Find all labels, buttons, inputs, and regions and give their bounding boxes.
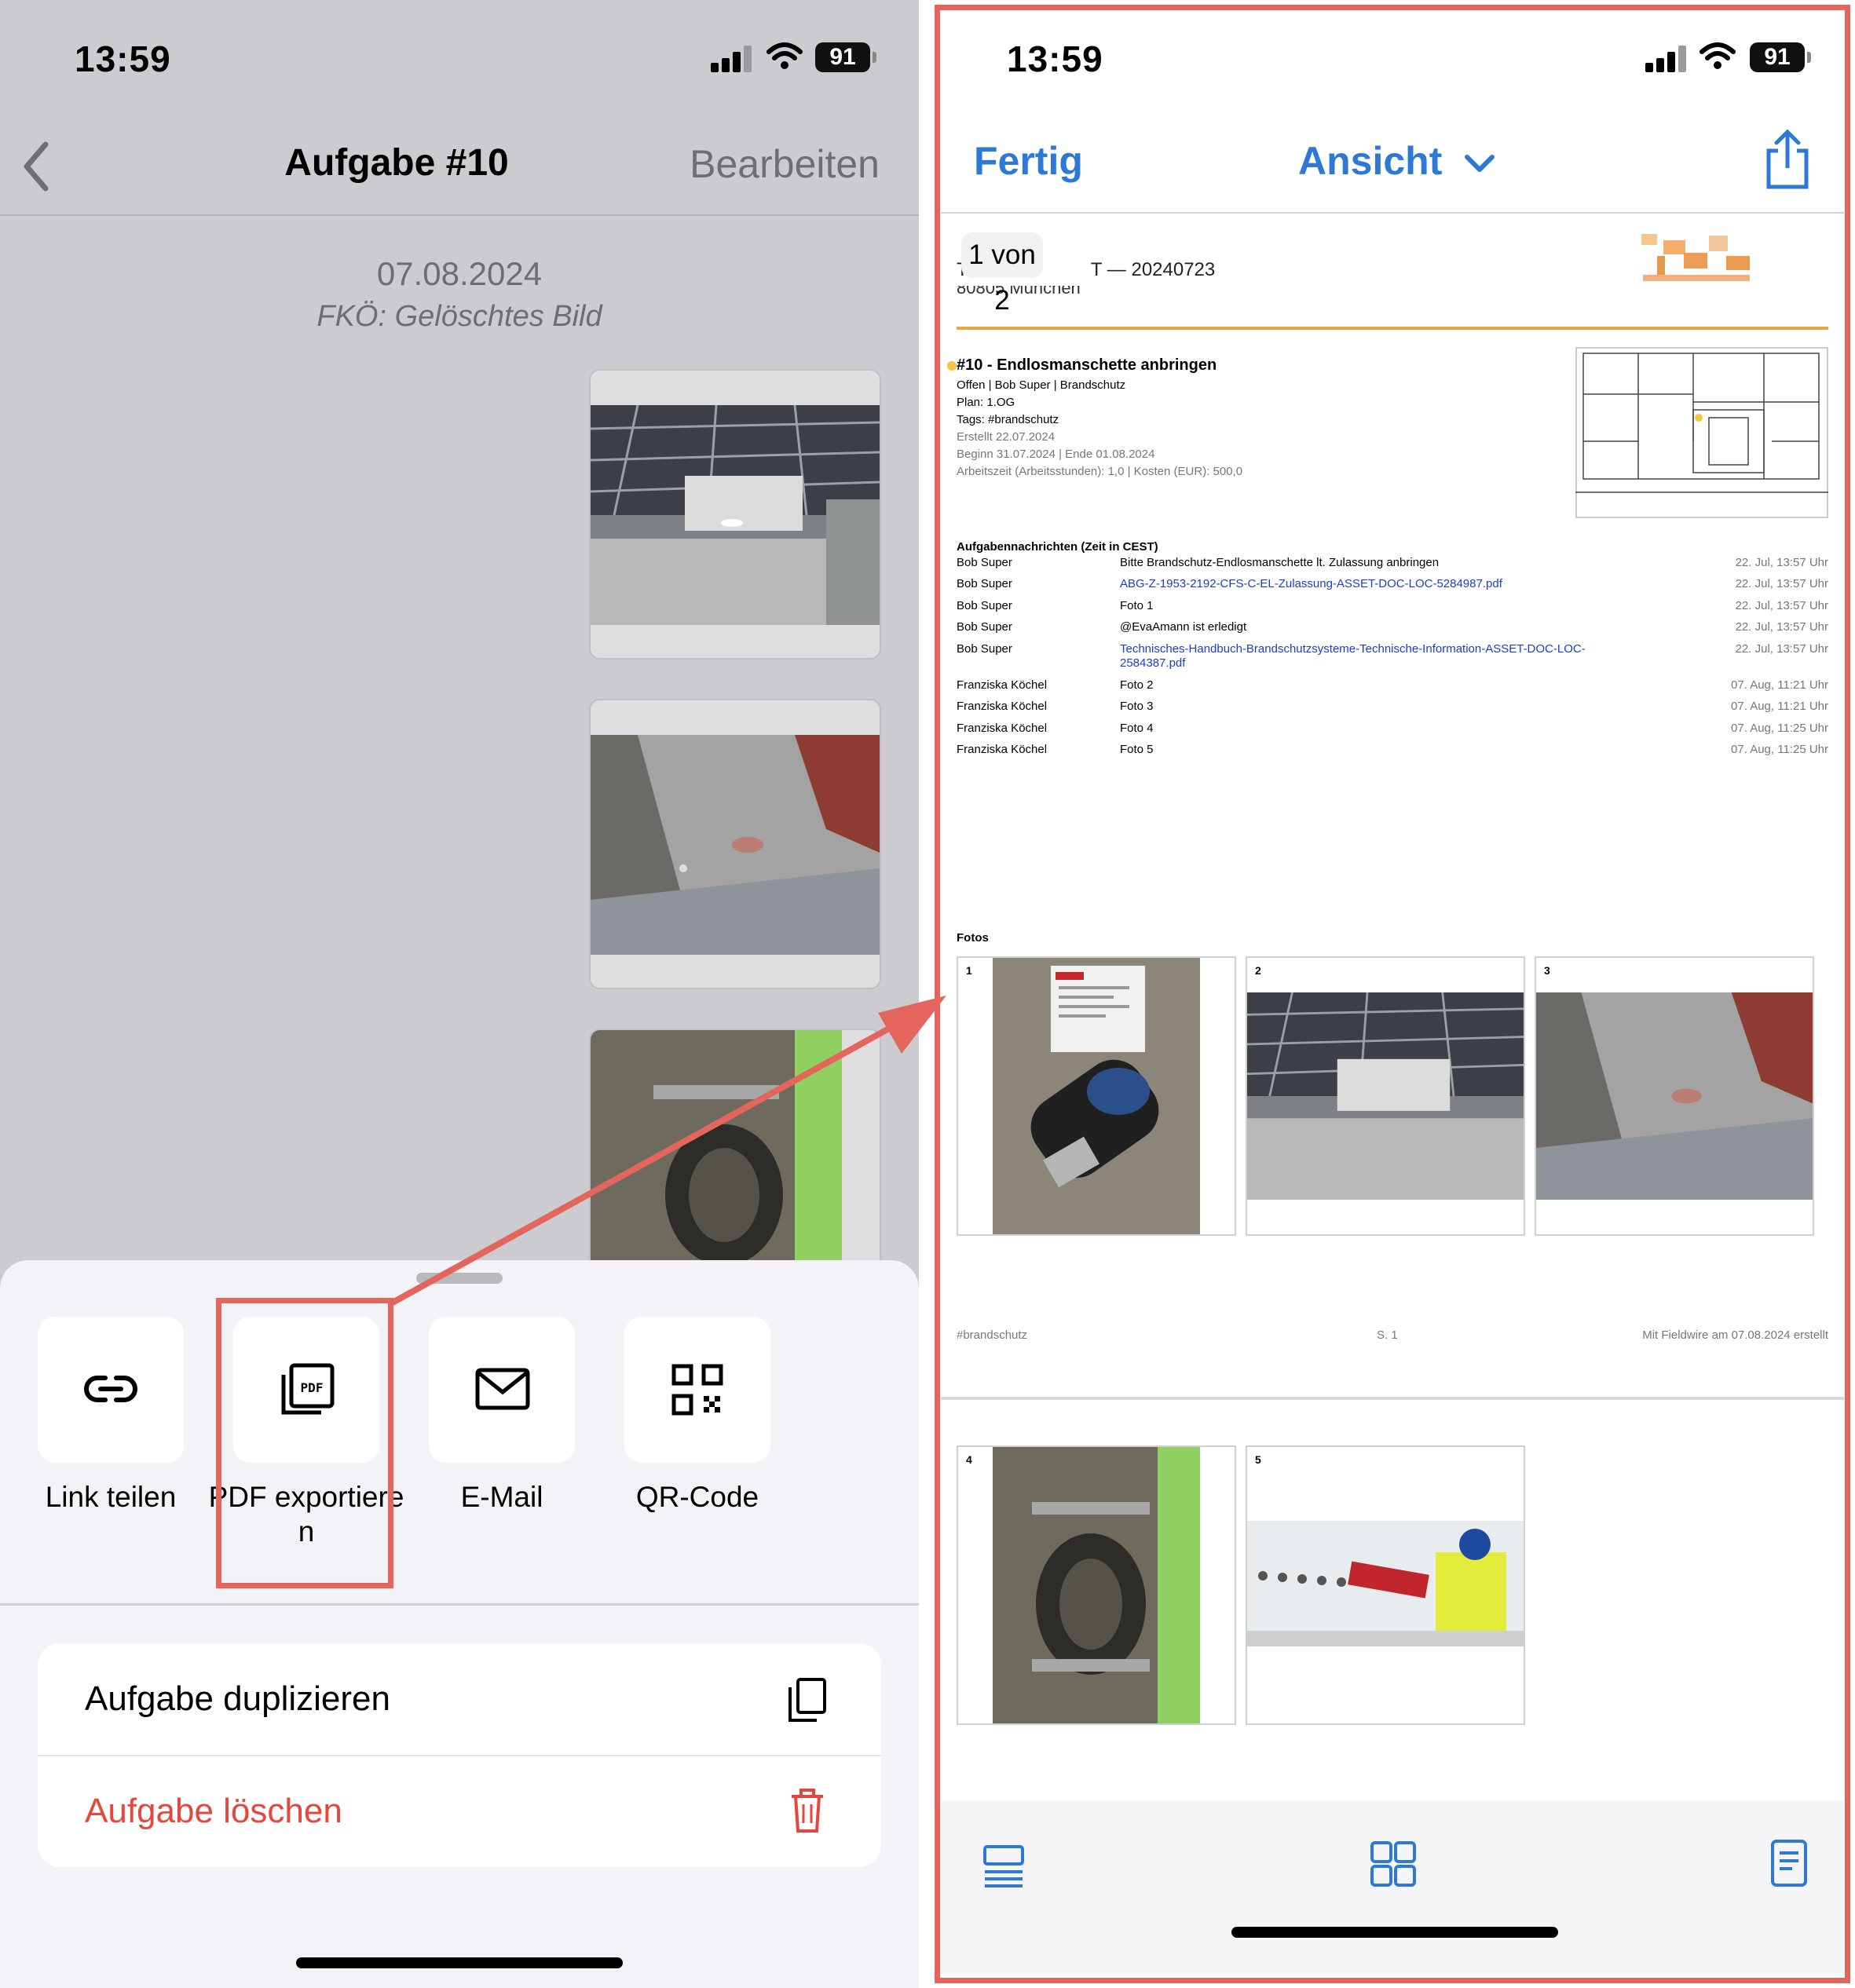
- annotation-arrow: [388, 996, 946, 1306]
